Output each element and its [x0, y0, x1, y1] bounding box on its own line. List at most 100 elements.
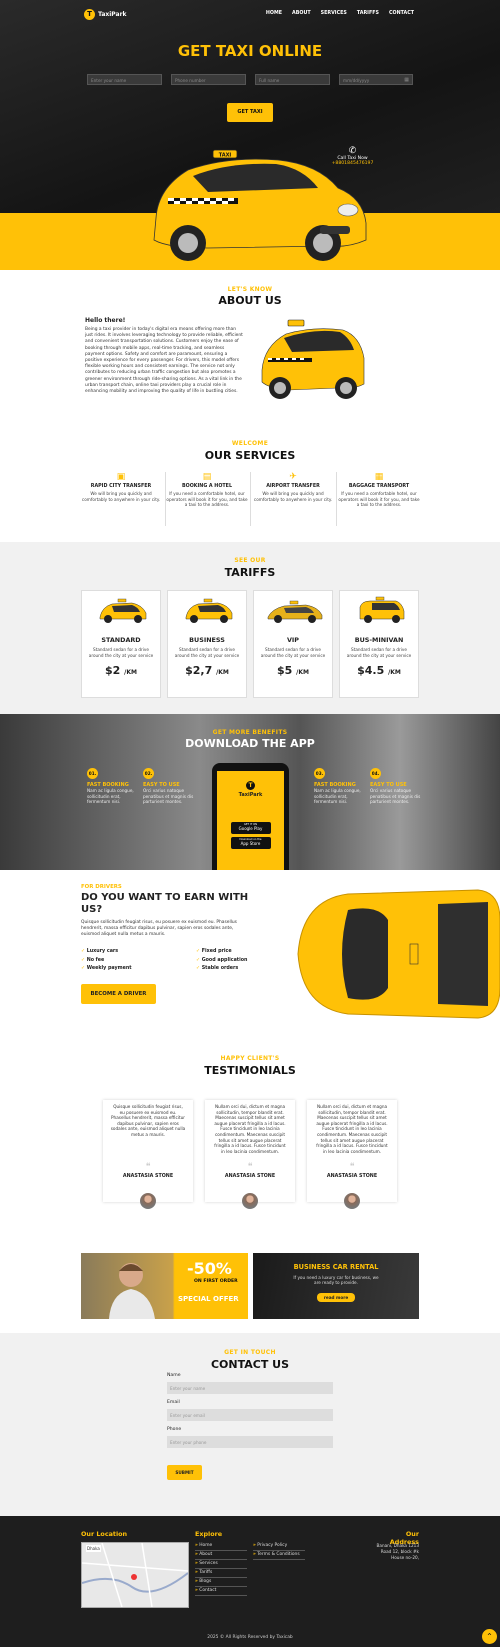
check-label: Fixed price — [201, 949, 232, 954]
business-rental-banner[interactable]: BUSINESS CAR RENTAL If you need a luxury… — [253, 1253, 419, 1319]
footer-link[interactable]: » Services — [195, 1561, 247, 1569]
testimonial-text: Nullam orci dui, dictum et magna sollici… — [214, 1104, 286, 1154]
apple-label: App Store — [240, 841, 261, 846]
tariff-text: Standard sedan for a drive around the ci… — [260, 647, 326, 658]
link-label: Privacy Policy — [257, 1543, 288, 1548]
service-card: ▣ RAPID CITY TRANSFER We will bring you … — [79, 472, 163, 502]
map-graphic — [81, 1542, 189, 1608]
nav-about[interactable]: ABOUT — [292, 11, 311, 16]
contact-name-input[interactable]: Enter your name — [167, 1382, 333, 1394]
chevron-right-icon: » — [195, 1570, 198, 1575]
car-icon — [185, 598, 233, 623]
check-label: No fee — [86, 958, 105, 963]
nav-tariffs[interactable]: TARIFFS — [357, 11, 379, 16]
app-feature: 01. FAST BOOKING Nam ac ligula congue, s… — [87, 768, 139, 805]
link-label: Blogs — [199, 1579, 212, 1584]
testimonial-name: ANASTASIA STONE — [122, 1174, 174, 1179]
services-title: OUR SERVICES — [204, 449, 296, 462]
google-play-button[interactable]: GET IT ON Google Play — [230, 822, 271, 834]
app-feature: 02. EASY TO USE Orci varius natoque pena… — [143, 768, 195, 805]
tariff-card-standard[interactable]: STANDARD Standard sedan for a drive arou… — [81, 590, 161, 698]
hero-title: GET TAXI ONLINE — [177, 42, 323, 60]
chevron-right-icon: » — [195, 1543, 198, 1548]
footer-link[interactable]: » Home — [195, 1543, 247, 1551]
check-item: ✓ Good application — [196, 958, 247, 963]
feature-number: 01. — [87, 768, 98, 779]
footer-link[interactable]: » Privacy Policy — [253, 1543, 305, 1551]
location-map[interactable]: Dhaka — [81, 1542, 189, 1608]
date-input[interactable]: mm/dd/yyyy ▦ — [339, 74, 413, 85]
submit-button[interactable]: SUBMIT — [167, 1465, 202, 1480]
tariff-card-minivan[interactable]: BUS-MINIVAN Standard sedan for a drive a… — [339, 590, 419, 698]
get-taxi-button[interactable]: GET TAXI — [227, 103, 273, 122]
app-logo-icon: T — [246, 781, 255, 790]
email-label: Email — [167, 1400, 180, 1405]
app-feature: 03. FAST BOOKING Nam ac ligula congue, s… — [314, 768, 366, 805]
feature-number: 02. — [143, 768, 154, 779]
nav-contact[interactable]: CONTACT — [389, 11, 414, 16]
phone-input[interactable]: Phone number — [171, 74, 246, 85]
tariff-text: Standard sedan for a drive around the ci… — [174, 647, 240, 658]
tariff-text: Standard sedan for a drive around the ci… — [88, 647, 154, 658]
nav-home[interactable]: HOME — [266, 11, 282, 16]
contact-email-input[interactable]: Enter your email — [167, 1409, 333, 1421]
tariff-card-vip[interactable]: VIP Standard sedan for a drive around th… — [253, 590, 333, 698]
name-label: Name — [167, 1373, 181, 1378]
price-value: $5 — [277, 664, 293, 678]
drivers-kicker: FOR DRIVERS — [81, 884, 122, 890]
app-kicker: GET MORE BENEFITS — [212, 729, 288, 736]
about-hello: Hello there! — [85, 317, 126, 324]
check-item: ✓ Weekly payment — [81, 966, 132, 971]
nav-services[interactable]: SERVICES — [321, 11, 347, 16]
check-label: Stable orders — [201, 966, 239, 971]
contact-phone-input[interactable]: Enter your phone — [167, 1436, 333, 1448]
chevron-right-icon: » — [195, 1579, 198, 1584]
app-feature: 04. EASY TO USE Orci varius natoque pena… — [370, 768, 422, 805]
avatar — [242, 1193, 258, 1209]
read-more-button[interactable]: read more — [317, 1293, 355, 1302]
testimonial-card: Nullam orci dui, dictum et magna sollici… — [307, 1100, 397, 1202]
google-label: Google Play — [238, 826, 263, 831]
special-offer-banner[interactable]: -50% ON FIRST ORDER SPECIAL OFFER — [81, 1253, 248, 1319]
testimonial-text: Nullam orci dui, dictum et magna sollici… — [316, 1104, 388, 1154]
app-store-button[interactable]: Download on the App Store — [230, 837, 271, 849]
suitcase-icon: ▦ — [374, 472, 384, 482]
link-label: Services — [199, 1561, 218, 1566]
contact-title: CONTACT US — [210, 1358, 290, 1371]
check-item: ✓ Luxury cars — [81, 949, 118, 954]
brand-logo[interactable]: T TaxiPark — [84, 9, 127, 20]
become-driver-button[interactable]: BECOME A DRIVER — [81, 984, 156, 1004]
service-card: ✈ AIRPORT TRANSFER We will bring you qui… — [251, 472, 335, 502]
service-title: AIRPORT TRANSFER — [266, 484, 320, 489]
map-label: Dhaka — [86, 1545, 101, 1552]
phone-screen: T TaxiPark GET IT ON Google Play Download… — [217, 771, 284, 870]
footer-link[interactable]: » Terms & Conditions — [253, 1552, 305, 1560]
tariff-card-business[interactable]: BUSINESS Standard sedan for a drive arou… — [167, 590, 247, 698]
about-taxi-image — [261, 319, 365, 399]
footer-link[interactable]: » About — [195, 1552, 247, 1560]
footer-link[interactable]: » Contact — [195, 1588, 247, 1596]
drivers-title: DO YOU WANT TO EARN WITH US? — [81, 892, 249, 915]
tariffs-kicker: SEE OUR — [234, 557, 266, 564]
footer-link[interactable]: » Blogs — [195, 1579, 247, 1587]
calendar-icon[interactable]: ▦ — [404, 77, 409, 83]
avatar — [344, 1193, 360, 1209]
drivers-taxi-topview-image — [297, 889, 500, 1019]
car-icon — [99, 598, 147, 623]
link-label: Home — [199, 1543, 213, 1548]
check-label: Good application — [201, 958, 248, 963]
name-input[interactable]: Enter your name — [87, 74, 162, 85]
scroll-top-icon[interactable]: ⌃ — [482, 1629, 497, 1644]
main-nav: HOME ABOUT SERVICES TARIFFS CONTACT — [266, 11, 414, 16]
fullname-input[interactable]: Full name — [255, 74, 330, 85]
price-unit: /KM — [216, 669, 229, 677]
footer-link[interactable]: » Tariffs — [195, 1570, 247, 1578]
car-icon — [267, 600, 323, 623]
address-line: House no-20, — [391, 1555, 419, 1560]
check-icon: ✓ — [196, 958, 201, 963]
explore-title: Explore — [195, 1530, 223, 1538]
chevron-right-icon: » — [195, 1588, 198, 1593]
tariff-name: BUSINESS — [189, 636, 225, 644]
link-label: About — [199, 1552, 213, 1557]
check-label: Weekly payment — [86, 966, 132, 971]
